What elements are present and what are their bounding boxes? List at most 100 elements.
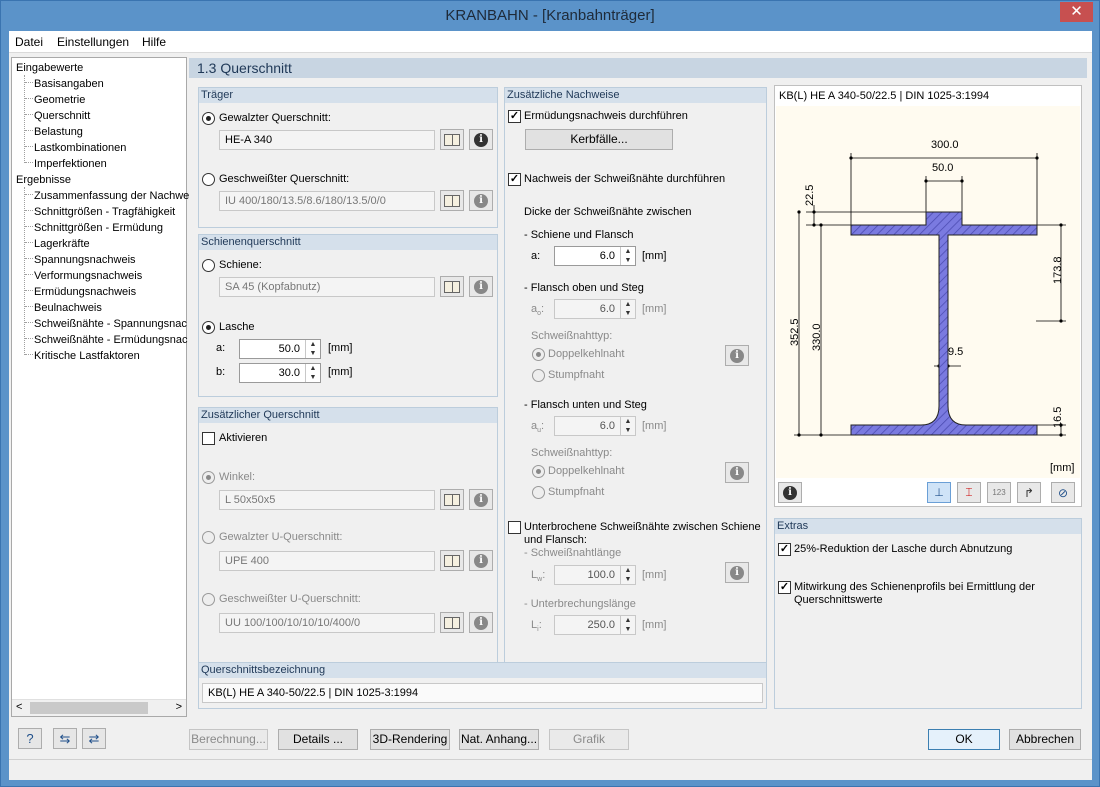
calculation-button[interactable]: Berechnung... <box>189 729 268 750</box>
info-button[interactable]: i <box>725 562 749 583</box>
double-fillet-radio-2[interactable] <box>532 465 545 478</box>
scroll-right-icon[interactable]: > <box>176 701 182 713</box>
rendering-button[interactable]: 3D-Rendering <box>370 729 450 750</box>
welded-section-field[interactable]: IU 400/180/13.5/8.6/180/13.5/0/0 <box>219 191 435 211</box>
export-button[interactable]: ⇄ <box>82 728 106 749</box>
library-button[interactable] <box>440 129 464 150</box>
cancel-button[interactable]: Abbrechen <box>1009 729 1081 750</box>
edit-welded-button[interactable] <box>440 612 464 633</box>
rail-label: Schiene: <box>219 259 262 271</box>
info-button[interactable]: i <box>469 190 493 211</box>
info-icon: i <box>474 553 488 568</box>
annex-button[interactable]: Nat. Anhang... <box>459 729 539 750</box>
menu-hilfe[interactable]: Hilfe <box>142 35 166 49</box>
axes-button[interactable]: ↱ <box>1017 482 1041 503</box>
graphic-button[interactable]: Grafik <box>549 729 629 750</box>
weld-a-stepper[interactable]: 6.0 ▲ ▼ <box>554 246 636 266</box>
nav-item-kritische-lastfaktoren[interactable]: Kritische Lastfaktoren <box>34 349 140 363</box>
info-button[interactable]: i <box>469 276 493 297</box>
plate-a-stepper[interactable]: 50.0 ▲ ▼ <box>239 339 321 359</box>
dimensions-button[interactable]: ⌶ <box>957 482 981 503</box>
nav-item-querschnitt[interactable]: Querschnitt <box>34 109 90 123</box>
extras-title: Extras <box>775 519 1081 534</box>
interrupted-label-2: und Flansch: <box>524 534 587 546</box>
nav-item-schweiss-ermuedung[interactable]: Schweißnähte - Ermüdungsnac <box>34 333 187 347</box>
gap-length-stepper[interactable]: 250.0 ▲ ▼ <box>554 615 636 635</box>
values-button[interactable]: 123 <box>987 482 1011 503</box>
section-designation-field[interactable]: KB(L) HE A 340-50/22.5 | DIN 1025-3:1994 <box>202 683 763 703</box>
details-button[interactable]: Details ... <box>278 729 358 750</box>
nav-item-basisangaben[interactable]: Basisangaben <box>34 77 104 91</box>
nav-root-input[interactable]: Eingabewerte <box>16 61 83 75</box>
gap-length-label: - Unterbrechungslänge <box>524 598 636 610</box>
angle-radio[interactable] <box>202 471 215 484</box>
reduction-checkbox[interactable]: ✓ <box>778 543 791 556</box>
nav-item-ermuedungsnachweis[interactable]: Ermüdungsnachweis <box>34 285 136 299</box>
welded-section-radio[interactable] <box>202 173 215 186</box>
nav-item-schnittgroessen-trag[interactable]: Schnittgrößen - Tragfähigkeit <box>34 205 175 219</box>
info-button[interactable]: i <box>469 612 493 633</box>
angle-field[interactable]: L 50x50x5 <box>219 490 435 510</box>
seam-length-stepper[interactable]: 100.0 ▲ ▼ <box>554 565 636 585</box>
nav-item-beulnachweis[interactable]: Beulnachweis <box>34 301 102 315</box>
nav-item-lastkombinationen[interactable]: Lastkombinationen <box>34 141 126 155</box>
traeger-panel: Träger Gewalzter Querschnitt: HE-A 340 i… <box>198 87 498 228</box>
weld-ao-stepper[interactable]: 6.0 ▲ ▼ <box>554 299 636 319</box>
rolled-u-radio[interactable] <box>202 531 215 544</box>
weld-checkbox[interactable]: ✓ <box>508 173 521 186</box>
top-flange-label: - Flansch oben und Steg <box>524 282 644 294</box>
double-fillet-radio[interactable] <box>532 348 545 361</box>
nav-item-belastung[interactable]: Belastung <box>34 125 83 139</box>
close-button[interactable]: ✕ <box>1060 2 1093 22</box>
scroll-left-icon[interactable]: < <box>16 701 22 713</box>
activate-checkbox[interactable] <box>202 432 215 445</box>
butt-weld-radio-2[interactable] <box>532 486 545 499</box>
library-button[interactable] <box>440 489 464 510</box>
library-button[interactable] <box>440 550 464 571</box>
nav-horizontal-scrollbar[interactable]: < > <box>12 699 186 716</box>
info-button[interactable]: i <box>725 462 749 483</box>
zoom-button[interactable]: ⊘ <box>1051 482 1075 503</box>
zusatz-panel: Zusätzlicher Querschnitt Aktivieren Wink… <box>198 407 498 682</box>
nav-item-zusammenfassung[interactable]: Zusammenfassung der Nachwe <box>34 189 189 203</box>
help-button[interactable]: ? <box>18 728 42 749</box>
info-button[interactable]: i <box>469 489 493 510</box>
rolled-u-field[interactable]: UPE 400 <box>219 551 435 571</box>
type-label-2: Schweißnahttyp: <box>531 447 613 459</box>
weld-au-stepper[interactable]: 6.0 ▲ ▼ <box>554 416 636 436</box>
rolled-u-label: Gewalzter U-Querschnitt: <box>219 531 343 543</box>
nav-root-results[interactable]: Ergebnisse <box>16 173 71 187</box>
rail-profile-checkbox[interactable]: ✓ <box>778 581 791 594</box>
nav-item-schweiss-spannung[interactable]: Schweißnähte - Spannungsnac <box>34 317 187 331</box>
nav-item-lagerkraefte[interactable]: Lagerkräfte <box>34 237 90 251</box>
nav-item-geometrie[interactable]: Geometrie <box>34 93 85 107</box>
butt-weld-radio[interactable] <box>532 369 545 382</box>
rail-field[interactable]: SA 45 (Kopfabnutz) <box>219 277 435 297</box>
fatigue-checkbox[interactable]: ✓ <box>508 110 521 123</box>
nav-item-verformungsnachweis[interactable]: Verformungsnachweis <box>34 269 142 283</box>
info-button[interactable]: i <box>469 129 493 150</box>
scroll-thumb[interactable] <box>30 702 148 714</box>
info-button[interactable]: i <box>725 345 749 366</box>
library-button[interactable] <box>440 276 464 297</box>
view-section-button[interactable]: ⊥ <box>927 482 951 503</box>
nav-item-spannungsnachweis[interactable]: Spannungsnachweis <box>34 253 136 267</box>
import-button[interactable]: ⇆ <box>53 728 77 749</box>
nav-item-imperfektionen[interactable]: Imperfektionen <box>34 157 107 171</box>
plate-radio[interactable] <box>202 321 215 334</box>
edit-welded-button[interactable] <box>440 190 464 211</box>
rail-radio[interactable] <box>202 259 215 272</box>
notch-cases-button[interactable]: Kerbfälle... <box>525 129 673 150</box>
ok-button[interactable]: OK <box>928 729 1000 750</box>
info-button[interactable]: i <box>469 550 493 571</box>
rolled-section-field[interactable]: HE-A 340 <box>219 130 435 150</box>
rolled-section-radio[interactable] <box>202 112 215 125</box>
welded-u-radio[interactable] <box>202 593 215 606</box>
plate-b-stepper[interactable]: 30.0 ▲ ▼ <box>239 363 321 383</box>
menu-einstellungen[interactable]: Einstellungen <box>57 35 129 49</box>
menu-datei[interactable]: Datei <box>15 35 43 49</box>
welded-u-field[interactable]: UU 100/100/10/10/10/400/0 <box>219 613 435 633</box>
nav-item-schnittgroessen-erm[interactable]: Schnittgrößen - Ermüdung <box>34 221 163 235</box>
interrupted-checkbox[interactable] <box>508 521 521 534</box>
preview-info-button[interactable]: i <box>778 482 802 503</box>
